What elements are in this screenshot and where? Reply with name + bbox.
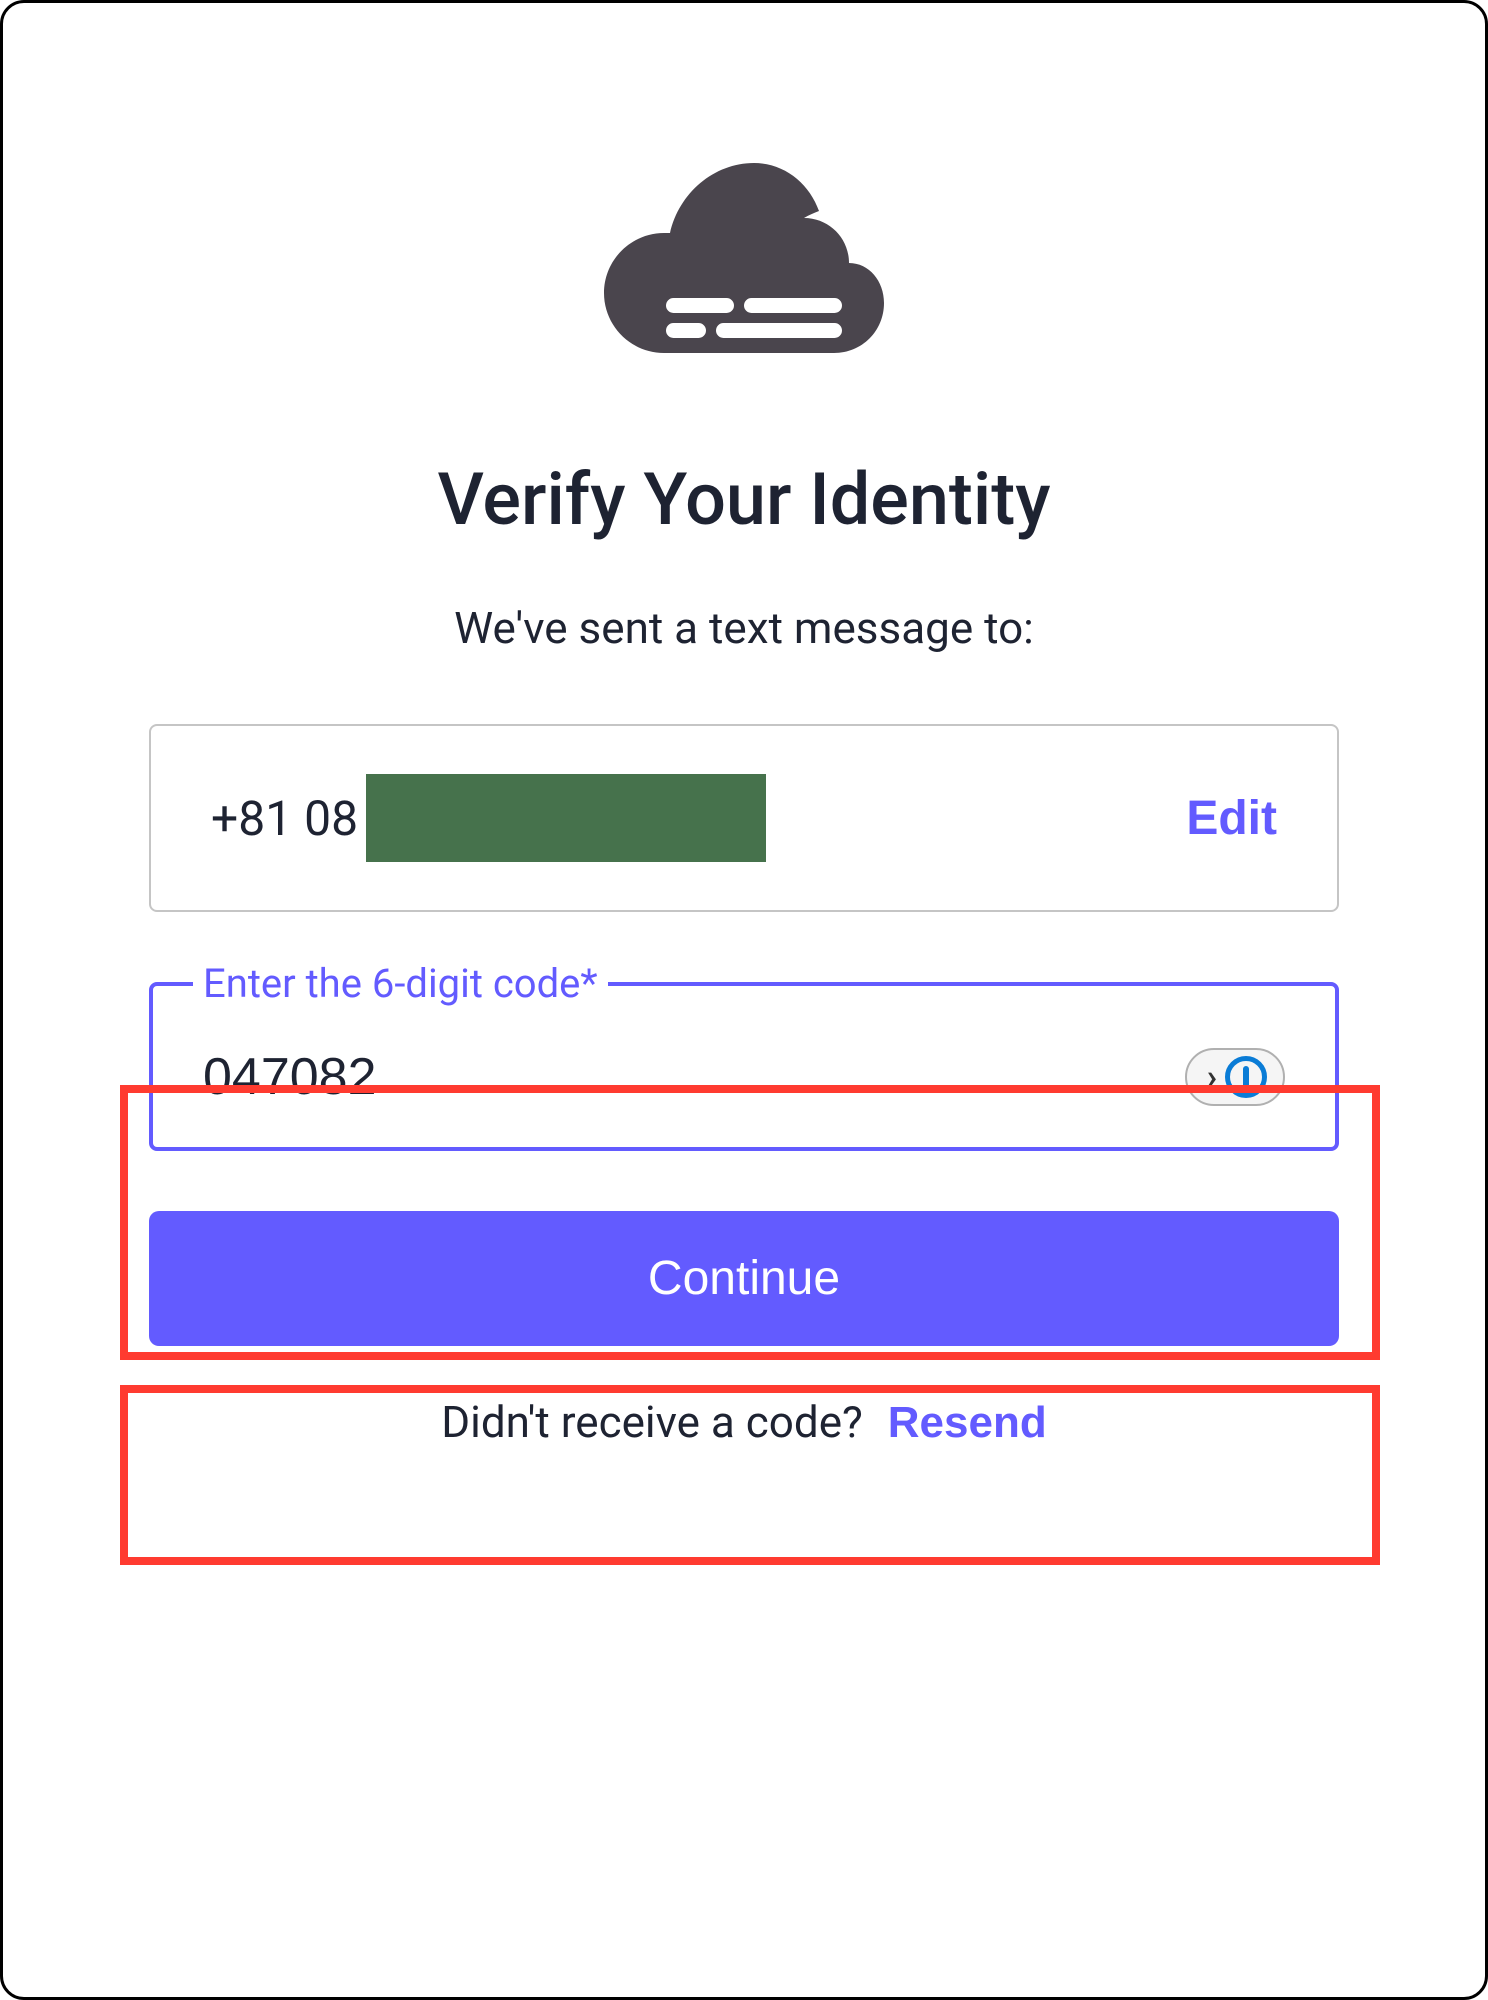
code-input-label: Enter the 6-digit code* [193,960,608,1007]
resend-button[interactable]: Resend [888,1398,1047,1448]
resend-row: Didn't receive a code? Resend [441,1396,1046,1448]
page-title: Verify Your Identity [438,457,1051,542]
chevron-right-icon: › [1207,1057,1217,1097]
resend-prompt: Didn't receive a code? [441,1396,863,1448]
code-input-fieldset: Enter the 6-digit code* › [149,960,1339,1151]
phone-display: +81 08 [211,774,766,862]
password-manager-button[interactable]: › [1185,1048,1285,1106]
edit-phone-button[interactable]: Edit [1186,791,1277,846]
onepassword-icon [1225,1056,1267,1098]
cloud-logo-icon [604,163,884,367]
code-input[interactable] [203,1047,960,1107]
subtitle-text: We've sent a text message to: [454,602,1034,654]
phone-prefix: +81 08 [211,790,358,847]
continue-button[interactable]: Continue [149,1211,1339,1346]
phone-redacted-block [366,774,766,862]
phone-number-box: +81 08 Edit [149,724,1339,912]
